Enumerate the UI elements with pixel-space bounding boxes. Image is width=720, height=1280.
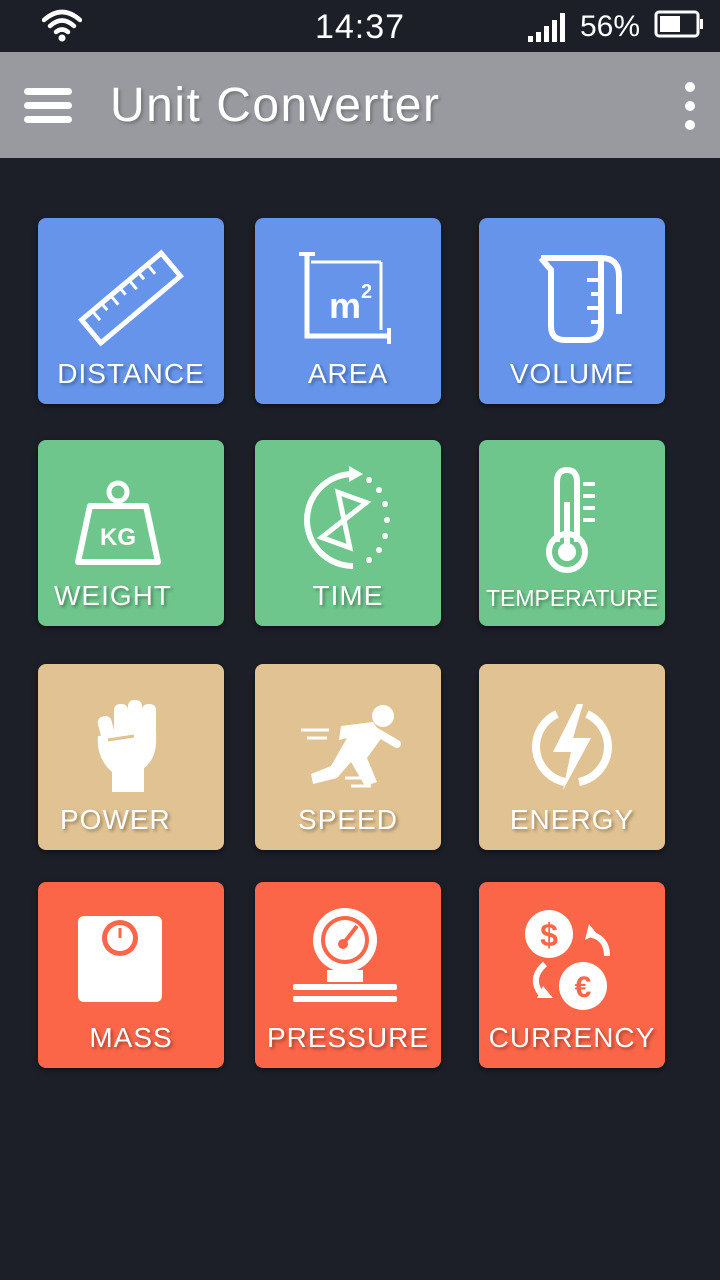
tile-label: CURRENCY <box>488 1022 656 1053</box>
tile-label: MASS <box>89 1022 173 1053</box>
status-bar: 14:37 56% <box>0 0 720 52</box>
category-mass[interactable]: MASS <box>38 882 224 1068</box>
tile-label: DISTANCE <box>57 358 205 389</box>
currency-exchange-icon: $ € <box>525 910 610 1010</box>
tile-label: TIME <box>312 580 384 611</box>
category-area[interactable]: m 2 AREA <box>255 218 441 404</box>
kg-weight-icon: KG <box>75 480 161 565</box>
square-meter-icon: m 2 <box>299 252 391 344</box>
battery-icon <box>654 10 703 38</box>
svg-text:2: 2 <box>361 281 372 303</box>
tile-label: AREA <box>307 358 389 389</box>
tile-label: ENERGY <box>509 804 635 835</box>
hourglass-timer-icon <box>304 466 390 569</box>
thermometer-icon <box>546 466 595 573</box>
category-currency[interactable]: $ € CURRENCY <box>479 882 665 1068</box>
category-distance[interactable]: DISTANCE <box>38 218 224 404</box>
running-person-icon <box>301 705 401 788</box>
svg-text:m: m <box>329 285 361 326</box>
app-title: Unit Converter <box>110 79 441 132</box>
ruler-icon <box>78 249 184 347</box>
svg-text:€: € <box>575 971 592 1004</box>
fist-icon <box>97 700 157 792</box>
category-volume[interactable]: VOLUME <box>479 218 665 404</box>
category-speed[interactable]: SPEED <box>255 664 441 850</box>
tile-label: POWER <box>60 804 171 835</box>
tile-label: PRESSURE <box>266 1022 430 1053</box>
hamburger-menu-icon[interactable] <box>20 82 76 130</box>
signal-icon <box>528 13 565 42</box>
category-energy[interactable]: ENERGY <box>479 664 665 850</box>
category-pressure[interactable]: PRESSURE <box>255 882 441 1068</box>
app-bar: Unit Converter <box>0 52 720 158</box>
pressure-gauge-icon <box>293 908 397 1002</box>
category-time[interactable]: TIME <box>255 440 441 626</box>
category-power[interactable]: POWER <box>38 664 224 850</box>
battery-percent: 56% <box>580 10 641 43</box>
scale-icon <box>78 916 162 1002</box>
svg-text:$: $ <box>540 917 558 953</box>
category-weight[interactable]: KG WEIGHT <box>38 440 224 626</box>
tile-label: WEIGHT <box>54 580 172 611</box>
tile-label: SPEED <box>298 804 398 835</box>
measuring-cup-icon <box>538 255 622 343</box>
tile-label: VOLUME <box>509 358 635 389</box>
more-vert-icon[interactable] <box>672 80 708 132</box>
category-temperature[interactable]: TEMPERATURE <box>479 440 665 626</box>
lightning-bolt-icon <box>532 704 612 790</box>
tile-label: TEMPERATURE <box>485 585 659 611</box>
svg-text:KG: KG <box>100 524 136 551</box>
